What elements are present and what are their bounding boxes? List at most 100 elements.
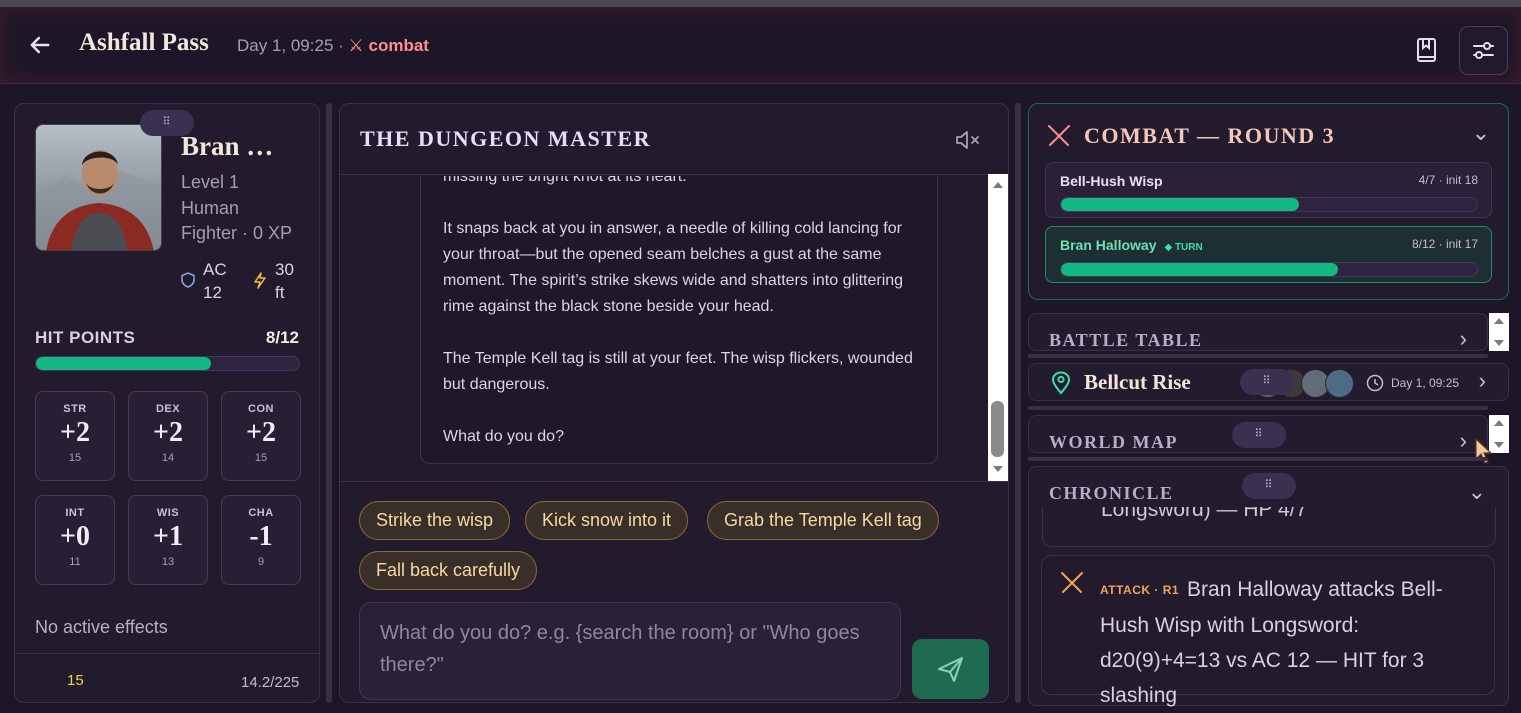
resize-divider-left[interactable] <box>326 103 332 703</box>
journal-button[interactable] <box>1402 26 1451 75</box>
chevron-right-icon: › <box>1478 368 1486 393</box>
send-icon <box>938 657 963 682</box>
ability-label: WIS <box>156 507 180 519</box>
entry-text: Bran Halloway attacks Bell-Hush Wisp wit… <box>1100 578 1443 707</box>
combatant-name-text: Bran Halloway <box>1060 237 1157 253</box>
combatant-hp-bar <box>1060 197 1478 212</box>
app-header: Ashfall Pass Day 1, 09:25 · ⚔ combat <box>0 7 1521 84</box>
resize-divider-right[interactable] <box>1015 103 1021 703</box>
character-portrait <box>35 124 162 251</box>
panel-separator[interactable] <box>1028 457 1488 461</box>
chevron-down-icon: ⌄ <box>1467 479 1486 504</box>
location-time: Day 1, 09:25 <box>1391 376 1460 390</box>
crossed-swords-icon: ⚔ <box>348 36 364 55</box>
ability-wis: WIS +1 13 <box>128 495 208 585</box>
panel-separator[interactable] <box>1028 406 1488 410</box>
speed-unit: ft <box>275 283 285 302</box>
drag-handle[interactable]: ⠿ <box>140 110 194 136</box>
ability-label: CHA <box>248 507 274 519</box>
combatant-hp-fill <box>1061 198 1299 211</box>
panel-separator[interactable] <box>1028 354 1488 358</box>
ability-int: INT +0 11 <box>35 495 115 585</box>
suggestion-chip[interactable]: Strike the wisp <box>359 501 511 540</box>
character-race: Human <box>181 197 240 218</box>
combatant-hp-bar <box>1060 262 1478 277</box>
sliders-icon <box>1473 42 1494 59</box>
hp-value: 8/12 <box>265 328 299 347</box>
dm-title: THE DUNGEON MASTER <box>360 126 652 151</box>
armor-class: AC 12 <box>181 258 227 304</box>
suggestion-chip[interactable]: Grab the Temple Kell tag <box>707 501 939 540</box>
ability-score: 15 <box>68 452 82 464</box>
speaker-mute-icon <box>956 131 979 149</box>
ability-con: CON +2 15 <box>221 391 301 481</box>
dm-paragraph: missing the bright knot at its heart. <box>443 176 687 185</box>
world-map-title: WORLD MAP <box>1049 432 1178 452</box>
chronicle-entry-body: ATTACK · R1 Bran Halloway attacks Bell-Hu… <box>1100 572 1480 713</box>
ability-label: DEX <box>155 403 181 415</box>
page-title: Ashfall Pass <box>79 29 209 56</box>
ability-mod: +0 <box>60 521 90 552</box>
entry-tag: ATTACK · R1 <box>1100 583 1180 597</box>
hp-bar-fill <box>36 357 212 370</box>
combatant-meta: 8/12 · init 17 <box>1411 237 1478 251</box>
combat-title: COMBAT — ROUND 3 <box>1084 123 1336 148</box>
dm-paragraph: It snaps back at you in answer, a needle… <box>443 220 904 315</box>
ability-dex: DEX +2 14 <box>128 391 208 481</box>
arrow-left-icon <box>30 36 50 54</box>
ability-score: 14 <box>161 452 175 464</box>
drag-handle[interactable]: ⠿ <box>1240 369 1294 395</box>
crossed-swords-icon <box>1061 572 1083 593</box>
character-name: Bran … <box>181 131 274 161</box>
ability-score: 13 <box>161 556 175 568</box>
window-top-edge <box>0 0 1521 7</box>
ability-score: 15 <box>254 452 268 464</box>
warrior-portrait-image <box>36 125 161 250</box>
mute-button[interactable] <box>954 128 982 152</box>
action-input[interactable]: What do you do? e.g. {search the room} o… <box>359 602 901 700</box>
ac-value: 12 <box>203 283 222 302</box>
drag-handle[interactable]: ⠿ <box>1242 473 1296 499</box>
chronicle-title: CHRONICLE <box>1049 483 1174 503</box>
chat-scroll-thumb[interactable] <box>991 401 1004 457</box>
ability-mod: +2 <box>153 417 183 448</box>
map-pin-icon <box>1051 371 1071 395</box>
chronicle-entry: ATTACK · R1 Bran Halloway attacks Bell-Hu… <box>1041 555 1495 707</box>
combatant-card[interactable]: Bell-Hush Wisp 4/7 · init 18 <box>1045 162 1492 218</box>
chevron-right-icon: › <box>1459 428 1467 453</box>
send-button[interactable] <box>912 639 989 699</box>
gold-count: 15 <box>67 672 84 689</box>
back-button[interactable] <box>26 31 54 59</box>
chat-divider <box>340 481 1008 482</box>
chat-log[interactable]: missing the bright knot at its heart. It… <box>340 176 988 481</box>
ability-label: INT <box>65 507 85 519</box>
ability-str: STR +2 15 <box>35 391 115 481</box>
character-sheet-panel: Bran … Level 1 Human Fighter · 0 XP AC 1… <box>14 103 320 703</box>
ability-score: 9 <box>257 556 265 568</box>
settings-button[interactable] <box>1459 26 1508 75</box>
combatant-name: Bell-Hush Wisp <box>1060 173 1163 189</box>
hp-label: HIT POINTS <box>35 328 136 347</box>
combatant-card-active[interactable]: Bran Halloway ◆ TURN 8/12 · init 17 <box>1045 226 1492 283</box>
sheet-divider <box>15 653 319 654</box>
battle-table-panel[interactable]: BATTLE TABLE › <box>1028 313 1488 351</box>
combat-collapse-button[interactable]: ⌄ <box>1472 120 1490 146</box>
active-effects: No active effects <box>35 617 168 637</box>
scene-time: Day 1, 09:25 · <box>237 36 344 55</box>
suggestion-chip[interactable]: Kick snow into it <box>525 501 689 540</box>
party-avatar[interactable] <box>1325 369 1354 398</box>
turn-badge: ◆ TURN <box>1164 242 1203 253</box>
suggestion-chip[interactable]: Fall back carefully <box>359 551 538 590</box>
character-level: Level 1 <box>181 172 240 192</box>
dm-paragraph: What do you do? <box>443 428 564 445</box>
chronicle-collapse-button[interactable]: ⌄ <box>1468 479 1486 505</box>
book-icon <box>1417 38 1436 62</box>
battle-table-scrollbar[interactable] <box>1489 313 1509 351</box>
carry-weight: 14.2/225 <box>241 674 300 691</box>
chronicle-entry-text: Longsword) — HP 4/7 <box>1101 507 1308 521</box>
drag-handle[interactable]: ⠿ <box>1232 422 1286 448</box>
crossed-swords-icon <box>1048 125 1070 146</box>
dm-message: missing the bright knot at its heart. It… <box>420 176 938 464</box>
ability-label: CON <box>248 403 274 415</box>
chevron-right-icon: › <box>1459 326 1467 351</box>
